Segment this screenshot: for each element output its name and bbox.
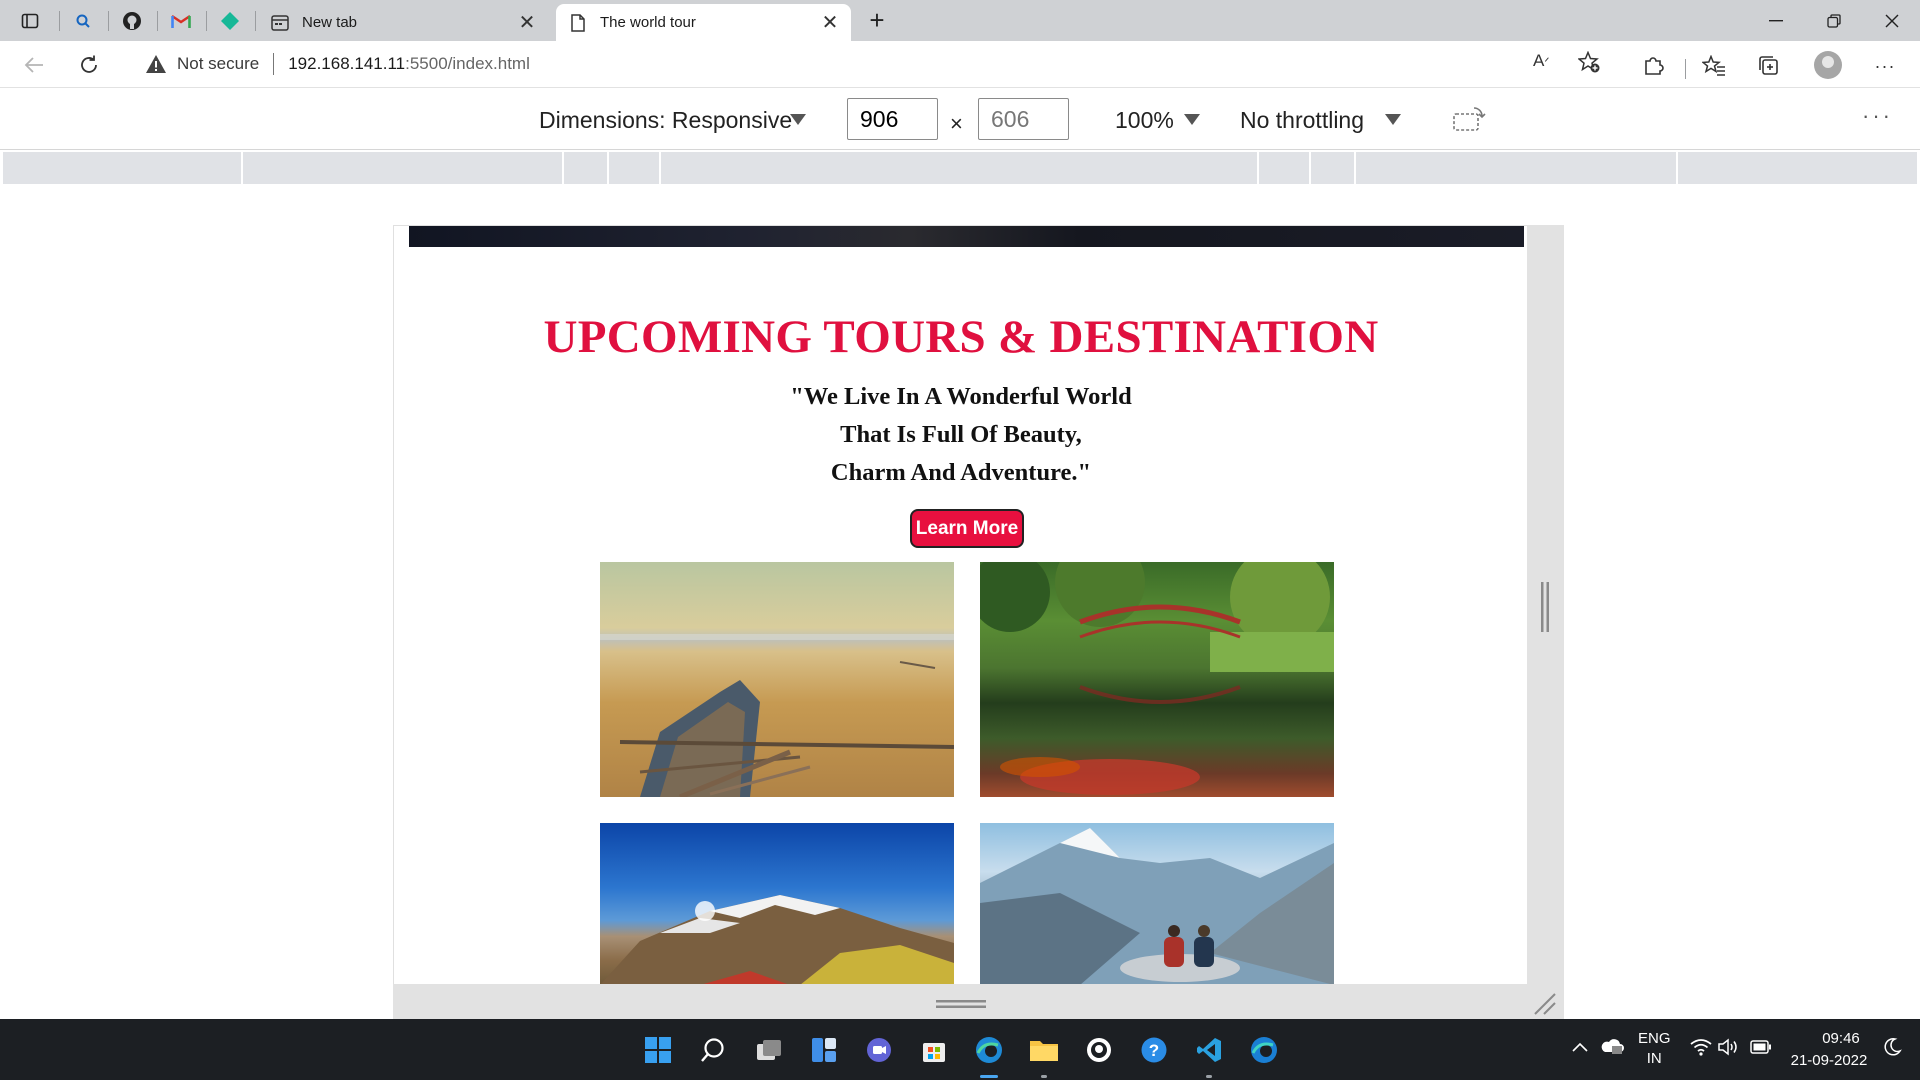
quote-text: "We Live In A Wonderful World That Is Fu… bbox=[394, 378, 1527, 492]
horizontal-grip-icon[interactable] bbox=[936, 998, 986, 1010]
quote-line: Charm And Adventure." bbox=[830, 459, 1092, 486]
teams-chat-icon[interactable] bbox=[862, 1033, 896, 1067]
vertical-grip-icon[interactable] bbox=[1540, 582, 1550, 632]
times-sign: × bbox=[950, 111, 963, 136]
document-icon bbox=[568, 13, 588, 33]
task-view-icon[interactable] bbox=[752, 1033, 786, 1067]
rotate-icon[interactable] bbox=[1452, 105, 1486, 133]
learn-more-button[interactable]: Learn More bbox=[910, 509, 1024, 548]
quote-line: "We Live In A Wonderful World bbox=[790, 383, 1132, 410]
file-explorer-icon[interactable] bbox=[1027, 1033, 1061, 1067]
favorites-icon[interactable] bbox=[1697, 49, 1731, 83]
search-icon[interactable] bbox=[696, 1033, 730, 1067]
snow-mountain-photo bbox=[600, 823, 954, 984]
media-query-bar[interactable] bbox=[3, 152, 1917, 184]
region-code: IN bbox=[1646, 1050, 1662, 1067]
github-icon[interactable] bbox=[118, 7, 146, 35]
back-arrow-icon[interactable] bbox=[16, 47, 52, 83]
microsoft-store-icon[interactable] bbox=[917, 1033, 951, 1067]
new-tab-button[interactable]: + bbox=[862, 6, 892, 36]
windows-start-icon[interactable] bbox=[641, 1033, 675, 1067]
extensions-icon[interactable] bbox=[1636, 49, 1670, 83]
url-path: :5500/index.html bbox=[405, 54, 530, 73]
tab-actions-icon[interactable] bbox=[16, 7, 44, 35]
security-label[interactable]: Not secure bbox=[177, 54, 259, 74]
profile-avatar[interactable] bbox=[1814, 51, 1842, 79]
read-aloud-icon[interactable]: Aᐟ bbox=[1533, 51, 1549, 71]
volume-icon[interactable] bbox=[1718, 1038, 1740, 1060]
help-icon[interactable]: ? bbox=[1137, 1033, 1171, 1067]
page-viewport: UPCOMING TOURS & DESTINATION "We Live In… bbox=[393, 225, 1527, 984]
height-input[interactable] bbox=[978, 98, 1069, 140]
windows-taskbar: ? ENG IN 09:46 21-09-2022 bbox=[0, 1019, 1920, 1080]
tab-title: New tab bbox=[302, 14, 358, 31]
page-heading: UPCOMING TOURS & DESTINATION bbox=[543, 311, 1379, 363]
hero-image bbox=[409, 226, 1524, 247]
tab-new-tab[interactable]: New tab ✕ bbox=[258, 4, 548, 41]
corner-resize-icon[interactable] bbox=[1533, 992, 1557, 1016]
language-indicator[interactable]: ENG IN bbox=[1638, 1029, 1671, 1069]
tab-the-world-tour[interactable]: The world tour ✕ bbox=[556, 4, 851, 41]
refresh-icon[interactable] bbox=[71, 47, 107, 83]
url-text[interactable]: 192.168.141.11:5500/index.html bbox=[288, 54, 530, 74]
beach-boat-photo bbox=[600, 562, 954, 797]
garden-bridge-photo bbox=[980, 562, 1334, 797]
close-window-icon[interactable] bbox=[1864, 0, 1920, 41]
address-bar[interactable]: Not secure 192.168.141.11:5500/index.htm… bbox=[125, 45, 1620, 83]
dimensions-dropdown[interactable]: Dimensions: Responsive bbox=[539, 107, 792, 134]
do-not-disturb-icon[interactable] bbox=[1882, 1037, 1902, 1061]
chevron-down-icon[interactable] bbox=[1184, 114, 1200, 125]
quote-line: That Is Full Of Beauty, bbox=[840, 421, 1082, 448]
vscode-icon[interactable] bbox=[1192, 1033, 1226, 1067]
himalaya-trekkers-photo bbox=[980, 823, 1334, 984]
onedrive-icon[interactable] bbox=[1600, 1037, 1624, 1059]
settings-more-icon[interactable]: ··· bbox=[1868, 49, 1902, 83]
emulated-viewport-area: UPCOMING TOURS & DESTINATION "We Live In… bbox=[0, 184, 1920, 1019]
close-tab-icon[interactable]: ✕ bbox=[817, 10, 843, 35]
add-favorite-icon[interactable] bbox=[1577, 50, 1600, 78]
show-hidden-icons-icon[interactable] bbox=[1572, 1039, 1588, 1056]
widgets-icon[interactable] bbox=[807, 1033, 841, 1067]
throttling-dropdown[interactable]: No throttling bbox=[1240, 107, 1364, 134]
battery-icon[interactable] bbox=[1750, 1040, 1772, 1058]
minimize-icon[interactable] bbox=[1748, 0, 1804, 41]
gmail-icon[interactable] bbox=[167, 7, 195, 35]
diamond-app-icon[interactable] bbox=[216, 7, 244, 35]
language-code: ENG bbox=[1638, 1030, 1671, 1047]
chevron-down-icon[interactable] bbox=[790, 114, 806, 125]
clock-time[interactable]: 09:46 bbox=[1806, 1030, 1876, 1047]
tab-title: The world tour bbox=[600, 14, 696, 31]
search-tab-icon[interactable] bbox=[69, 7, 97, 35]
more-options-icon[interactable]: ··· bbox=[1862, 103, 1893, 129]
navigation-bar: Not secure 192.168.141.11:5500/index.htm… bbox=[0, 41, 1920, 88]
chevron-down-icon[interactable] bbox=[1385, 114, 1401, 125]
github-desktop-icon[interactable] bbox=[1082, 1033, 1116, 1067]
warning-icon[interactable] bbox=[145, 54, 167, 74]
width-input[interactable] bbox=[847, 98, 938, 140]
device-toolbar: Dimensions: Responsive × 100% No throttl… bbox=[0, 89, 1920, 150]
edge-icon[interactable] bbox=[1247, 1033, 1281, 1067]
new-tab-page-icon bbox=[270, 13, 290, 33]
clock-date[interactable]: 21-09-2022 bbox=[1782, 1052, 1876, 1069]
edge-dev-icon[interactable] bbox=[972, 1033, 1006, 1067]
svg-text:?: ? bbox=[1149, 1041, 1159, 1060]
restore-icon[interactable] bbox=[1806, 0, 1862, 41]
collections-icon[interactable] bbox=[1752, 49, 1786, 83]
close-tab-icon[interactable]: ✕ bbox=[514, 10, 540, 35]
zoom-dropdown[interactable]: 100% bbox=[1115, 107, 1174, 134]
wifi-icon[interactable] bbox=[1690, 1038, 1712, 1060]
url-host: 192.168.141.11 bbox=[288, 54, 406, 73]
tab-strip: New tab ✕ The world tour ✕ + bbox=[0, 0, 1920, 41]
